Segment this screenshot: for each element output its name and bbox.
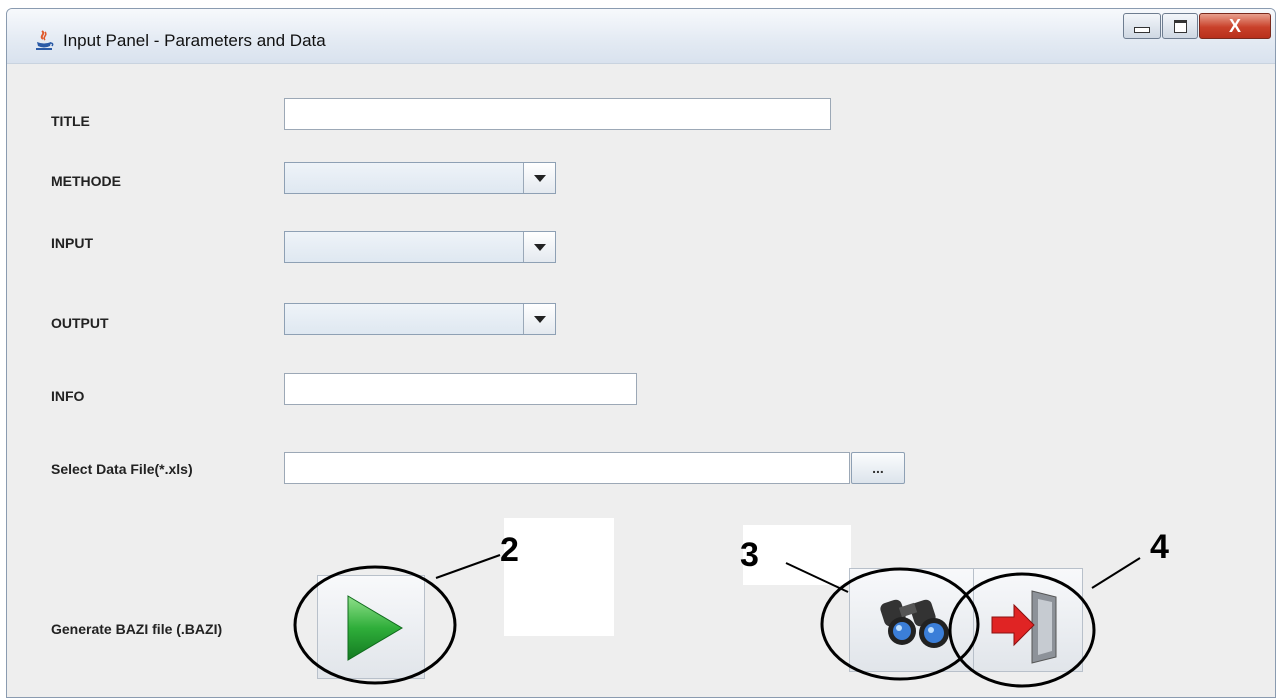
exit-button[interactable] — [973, 568, 1083, 672]
window-title: Input Panel - Parameters and Data — [63, 31, 326, 50]
minimize-icon — [1134, 27, 1150, 33]
annotation-label-2: 2 — [500, 531, 519, 569]
output-label: OUTPUT — [51, 315, 109, 331]
input-panel-window: Input Panel - Parameters and Data X TITL… — [6, 8, 1276, 698]
browse-button[interactable]: ... — [851, 452, 905, 484]
annotation-background — [743, 525, 851, 585]
input-dropdown-arrow[interactable] — [523, 232, 555, 262]
annotation-background — [504, 518, 614, 636]
info-input[interactable] — [284, 373, 637, 405]
chevron-down-icon — [533, 174, 546, 182]
maximize-icon — [1173, 19, 1187, 33]
minimize-button[interactable] — [1123, 13, 1161, 39]
input-select[interactable] — [284, 231, 556, 263]
title-bar[interactable]: Input Panel - Parameters and Data X — [7, 9, 1275, 64]
methode-dropdown-arrow[interactable] — [523, 163, 555, 193]
generate-label: Generate BAZI file (.BAZI) — [51, 621, 223, 637]
title-label: TITLE — [51, 113, 90, 129]
methode-select[interactable] — [284, 162, 556, 194]
annotation-label-3: 3 — [740, 536, 759, 574]
java-icon — [36, 30, 54, 50]
close-button[interactable]: X — [1199, 13, 1271, 39]
exit-door-icon — [991, 590, 1057, 664]
binoculars-icon — [880, 599, 949, 648]
chevron-down-icon — [533, 315, 546, 323]
output-dropdown-arrow[interactable] — [523, 304, 555, 334]
chevron-down-icon — [533, 243, 546, 251]
form-panel: TITLE METHODE INPUT OUTPUT INFO Select D… — [7, 63, 1275, 697]
maximize-button[interactable] — [1162, 13, 1198, 39]
input-label: INPUT — [51, 235, 93, 251]
select-file-label: Select Data File(*.xls) — [51, 461, 193, 477]
methode-label: METHODE — [51, 173, 121, 189]
play-icon — [347, 595, 403, 661]
output-select[interactable] — [284, 303, 556, 335]
info-label: INFO — [51, 388, 85, 404]
view-button[interactable] — [849, 568, 973, 672]
close-icon: X — [1228, 16, 1241, 36]
annotation-label-4: 4 — [1150, 528, 1169, 566]
title-input[interactable] — [284, 98, 831, 130]
file-path-input[interactable] — [284, 452, 850, 484]
generate-bazi-button[interactable] — [317, 575, 425, 679]
